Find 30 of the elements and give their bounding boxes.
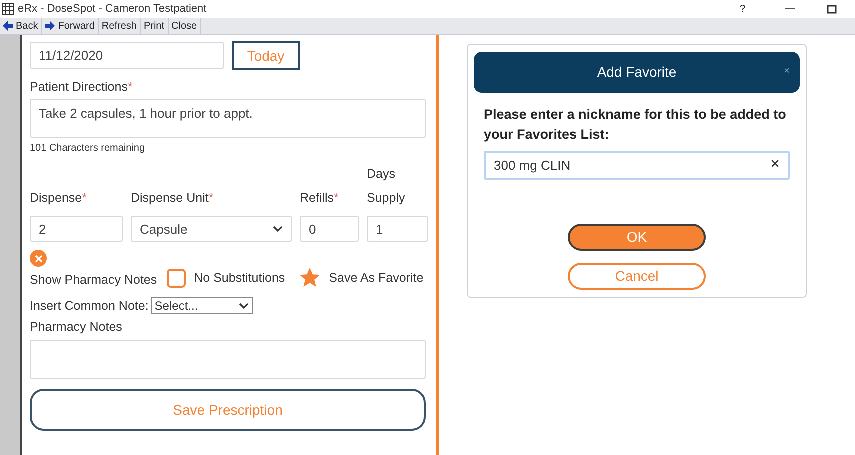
number-field[interactable]: 1 (367, 216, 428, 242)
toolbar-button[interactable]: Print (140, 18, 168, 34)
unit-select[interactable]: Capsule (131, 216, 292, 242)
toolbar-button[interactable]: Refresh (98, 18, 141, 34)
field-label: Patient Directions* (30, 80, 134, 94)
nickname-field[interactable]: 300 mg CLIN × (484, 150, 790, 180)
dialog-title: Add Favorite (597, 64, 677, 80)
common-note-select[interactable]: Select... (150, 297, 253, 314)
checkbox-label: No Substitutions (194, 271, 286, 285)
field-label: Dispense Unit* (131, 190, 215, 207)
favorite-label: Save As Favorite (329, 271, 424, 285)
field-label: Days Supply (367, 166, 406, 207)
show-notes-label: Show Pharmacy Notes (30, 273, 158, 287)
directions-field[interactable]: Take 2 capsules, 1 hour prior to appt. (30, 99, 426, 138)
dialog-message: Please enter a nickname for this to be added to your Favorites List: (483, 106, 788, 144)
field-label: Pharmacy Notes (30, 320, 124, 334)
characters-remaining: 101 Characters remaining (30, 143, 146, 154)
toolbar-button[interactable]: Forward (42, 18, 99, 34)
clear-button[interactable]: × (770, 156, 780, 174)
date-field[interactable]: 11/12/2020 (30, 42, 224, 69)
close-button[interactable]: × (784, 66, 790, 77)
toolbar-button[interactable]: Back (0, 18, 42, 34)
window-title: eRx - DoseSpot - Cameron Testpatient (18, 3, 208, 15)
toolbar-button[interactable]: Close (168, 18, 202, 34)
field-label: Refills* (300, 190, 340, 207)
number-field[interactable]: 0 (300, 216, 359, 242)
common-note-label: Insert Common Note: (30, 298, 149, 312)
field-label: Dispense* (30, 190, 88, 207)
number-field[interactable]: 2 (30, 216, 123, 242)
help-button[interactable]: ? (737, 4, 767, 14)
